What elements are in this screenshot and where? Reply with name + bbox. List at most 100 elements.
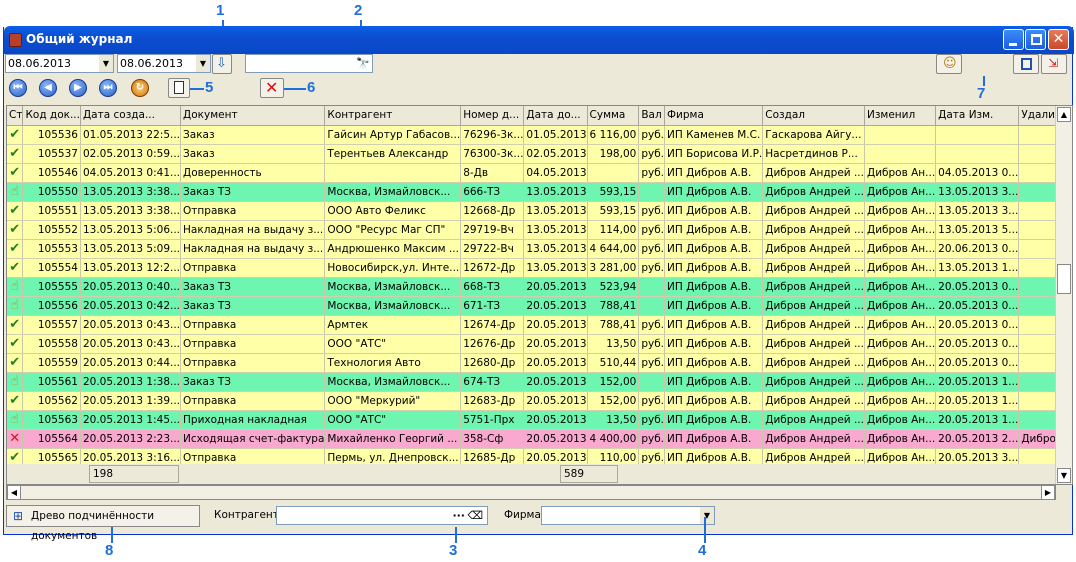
table-cell: 20.05.2013 2... — [935, 429, 1020, 449]
table-cell: Дибров Ан... — [864, 296, 937, 316]
scroll-right-icon[interactable]: ▶ — [1041, 485, 1055, 500]
table-cell: 20.05.2013 1... — [935, 391, 1020, 411]
table-row[interactable]: ✔ 105559 20.05.2013 0:44... Отправка Техноло… — [7, 353, 1072, 373]
date-from-field[interactable]: 08.06.2013 ▼ — [5, 54, 114, 73]
table-cell: 105552 — [22, 220, 81, 240]
column-header[interactable]: Вал — [638, 106, 666, 126]
table-cell: Заказ ТЗ — [180, 277, 326, 297]
journal-table: Ст Код док... Дата созда... Документ Контраг… — [7, 106, 1072, 468]
new-document-button[interactable] — [168, 78, 190, 98]
status-cell: ✔ — [7, 334, 24, 354]
exit-button[interactable]: ⇲ — [1041, 54, 1067, 74]
table-cell: ООО "АТС" — [324, 334, 462, 354]
date-to-field[interactable]: 08.06.2013 ▼ — [117, 54, 211, 73]
column-header[interactable]: Код док... — [22, 106, 81, 126]
table-row[interactable]: ✔ 105537 02.05.2013 0:59... Заказ Терентьев … — [7, 144, 1072, 164]
check-icon: ✔ — [9, 127, 21, 142]
table-cell: Приходная накладная — [180, 410, 326, 430]
table-cell — [638, 296, 666, 316]
table-cell — [638, 277, 666, 297]
column-header[interactable]: Номер д... — [460, 106, 525, 126]
vertical-scrollbar[interactable]: ▲ ▼ — [1055, 106, 1072, 484]
close-button[interactable]: ✕ — [1048, 29, 1069, 50]
eraser-icon[interactable]: ⌫ — [467, 507, 483, 524]
document-tree-button[interactable]: ⊞ Древо подчинённости документов — [6, 505, 200, 542]
table-row[interactable]: ✔ 105562 20.05.2013 1:39... Отправка ООО "Ме… — [7, 391, 1072, 411]
ellipsis-icon[interactable]: ··· — [452, 507, 465, 524]
refresh-icon[interactable]: ↻ — [131, 79, 149, 97]
contractor-field[interactable]: ··· ⌫ — [276, 506, 488, 525]
table-row[interactable]: ✔ 105536 01.05.2013 22:5... Заказ Гайсин Арт… — [7, 125, 1072, 145]
windows-button[interactable] — [1013, 54, 1039, 74]
chevron-down-icon[interactable]: ▼ — [196, 55, 210, 72]
table-cell: 671-ТЗ — [460, 296, 525, 316]
table-cell: Заказ — [180, 125, 326, 145]
table-cell: 20.05.2013 — [523, 277, 588, 297]
column-header[interactable]: Фирма — [664, 106, 764, 126]
table-row[interactable]: ✔ 105552 13.05.2013 5:06... Накладная на вы… — [7, 220, 1072, 240]
last-record-icon[interactable]: ⏭ — [99, 79, 117, 97]
column-header[interactable]: Дата до... — [523, 106, 588, 126]
table-cell: 20.05.2013 0:42... — [80, 296, 182, 316]
maximize-button[interactable] — [1025, 29, 1046, 50]
table-cell: Дибров Ан... — [864, 258, 937, 278]
table-cell — [638, 372, 666, 392]
table-cell: Терентьев Александр — [324, 144, 462, 164]
column-header[interactable]: Дата созда... — [80, 106, 182, 126]
column-header[interactable]: Создал — [762, 106, 865, 126]
firm-field[interactable]: ▼ — [541, 506, 715, 525]
table-row[interactable]: ✔ 105551 13.05.2013 3:38... Отправка ООО Авт… — [7, 201, 1072, 221]
table-cell: 12680-Др — [460, 353, 525, 373]
table-cell: 666-ТЗ — [460, 182, 525, 202]
annotation-6-line — [284, 88, 306, 90]
first-record-icon[interactable]: ⏮ — [9, 79, 27, 97]
chevron-down-icon[interactable]: ▼ — [700, 507, 714, 524]
next-record-icon[interactable]: ▶ — [69, 79, 87, 97]
column-header[interactable]: Изменил — [864, 106, 937, 126]
column-header[interactable]: Ст — [7, 106, 24, 126]
scroll-down-icon[interactable]: ▼ — [1057, 468, 1071, 483]
apply-period-button[interactable]: ⇩ — [212, 54, 232, 74]
delete-button[interactable]: ✕ — [260, 78, 284, 98]
table-cell: руб. — [638, 125, 666, 145]
annotation-1: 1 — [216, 2, 225, 19]
check-icon: ✔ — [9, 336, 21, 351]
previous-record-icon[interactable]: ◀ — [39, 79, 57, 97]
table-row[interactable]: ✔ 105558 20.05.2013 0:43... Отправка ООО "АТ… — [7, 334, 1072, 354]
app-icon — [9, 33, 22, 47]
table-cell: 01.05.2013 22:5... — [80, 125, 182, 145]
column-header[interactable]: Документ — [180, 106, 326, 126]
table-row[interactable]: ☝ 105550 13.05.2013 3:38... Заказ ТЗ Москва,… — [7, 182, 1072, 202]
column-header[interactable]: Контрагент — [324, 106, 462, 126]
users-button[interactable]: ☺ — [936, 54, 962, 74]
scroll-thumb[interactable] — [1057, 264, 1071, 294]
column-header[interactable]: Дата Изм. — [935, 106, 1020, 126]
table-cell: Отправка — [180, 391, 326, 411]
table-cell: ООО "Ресурс Маг СП" — [324, 220, 462, 240]
minimize-icon — [1009, 43, 1017, 46]
minimize-button[interactable] — [1003, 29, 1024, 50]
horizontal-scrollbar[interactable]: ◀ ▶ — [6, 485, 1056, 500]
chevron-down-icon[interactable]: ▼ — [99, 55, 113, 72]
table-cell: 105551 — [22, 201, 81, 221]
column-header[interactable]: Сумма — [587, 106, 640, 126]
scroll-left-icon[interactable]: ◀ — [7, 485, 21, 500]
table-row[interactable]: ☝ 105556 20.05.2013 0:42... Заказ ТЗ Москва,… — [7, 296, 1072, 316]
binoculars-icon[interactable]: 🔭 — [356, 55, 370, 72]
scroll-up-icon[interactable]: ▲ — [1057, 107, 1071, 122]
table-cell — [638, 182, 666, 202]
table-cell: 13,50 — [587, 410, 640, 430]
table-cell: 510,44 — [587, 353, 640, 373]
status-cell: ✕ — [7, 429, 24, 449]
bottom-panel: ⊞ Древо подчинённости документов Контраг… — [4, 501, 1072, 542]
journal-grid[interactable]: Ст Код док... Дата созда... Документ Контраг… — [6, 105, 1073, 485]
table-row[interactable]: ✔ 105554 13.05.2013 12:2... Отправка Новосиб… — [7, 258, 1072, 278]
table-row[interactable]: ☝ 105555 20.05.2013 0:40... Заказ ТЗ Москва,… — [7, 277, 1072, 297]
table-row[interactable]: ☝ 105561 20.05.2013 1:38... Заказ ТЗ Москва,… — [7, 372, 1072, 392]
table-row[interactable]: ✔ 105546 04.05.2013 0:41... Доверенность 8-Д… — [7, 163, 1072, 183]
search-input[interactable]: 🔭 — [245, 54, 373, 73]
table-row[interactable]: ✕ 105564 20.05.2013 2:23... Исходящая счет-… — [7, 429, 1072, 449]
table-row[interactable]: ✔ 105553 13.05.2013 5:09... Накладная на вы… — [7, 239, 1072, 259]
table-row[interactable]: ✔ 105557 20.05.2013 0:43... Отправка Армтек 1… — [7, 315, 1072, 335]
table-row[interactable]: ☝ 105563 20.05.2013 1:45... Приходная накла… — [7, 410, 1072, 430]
